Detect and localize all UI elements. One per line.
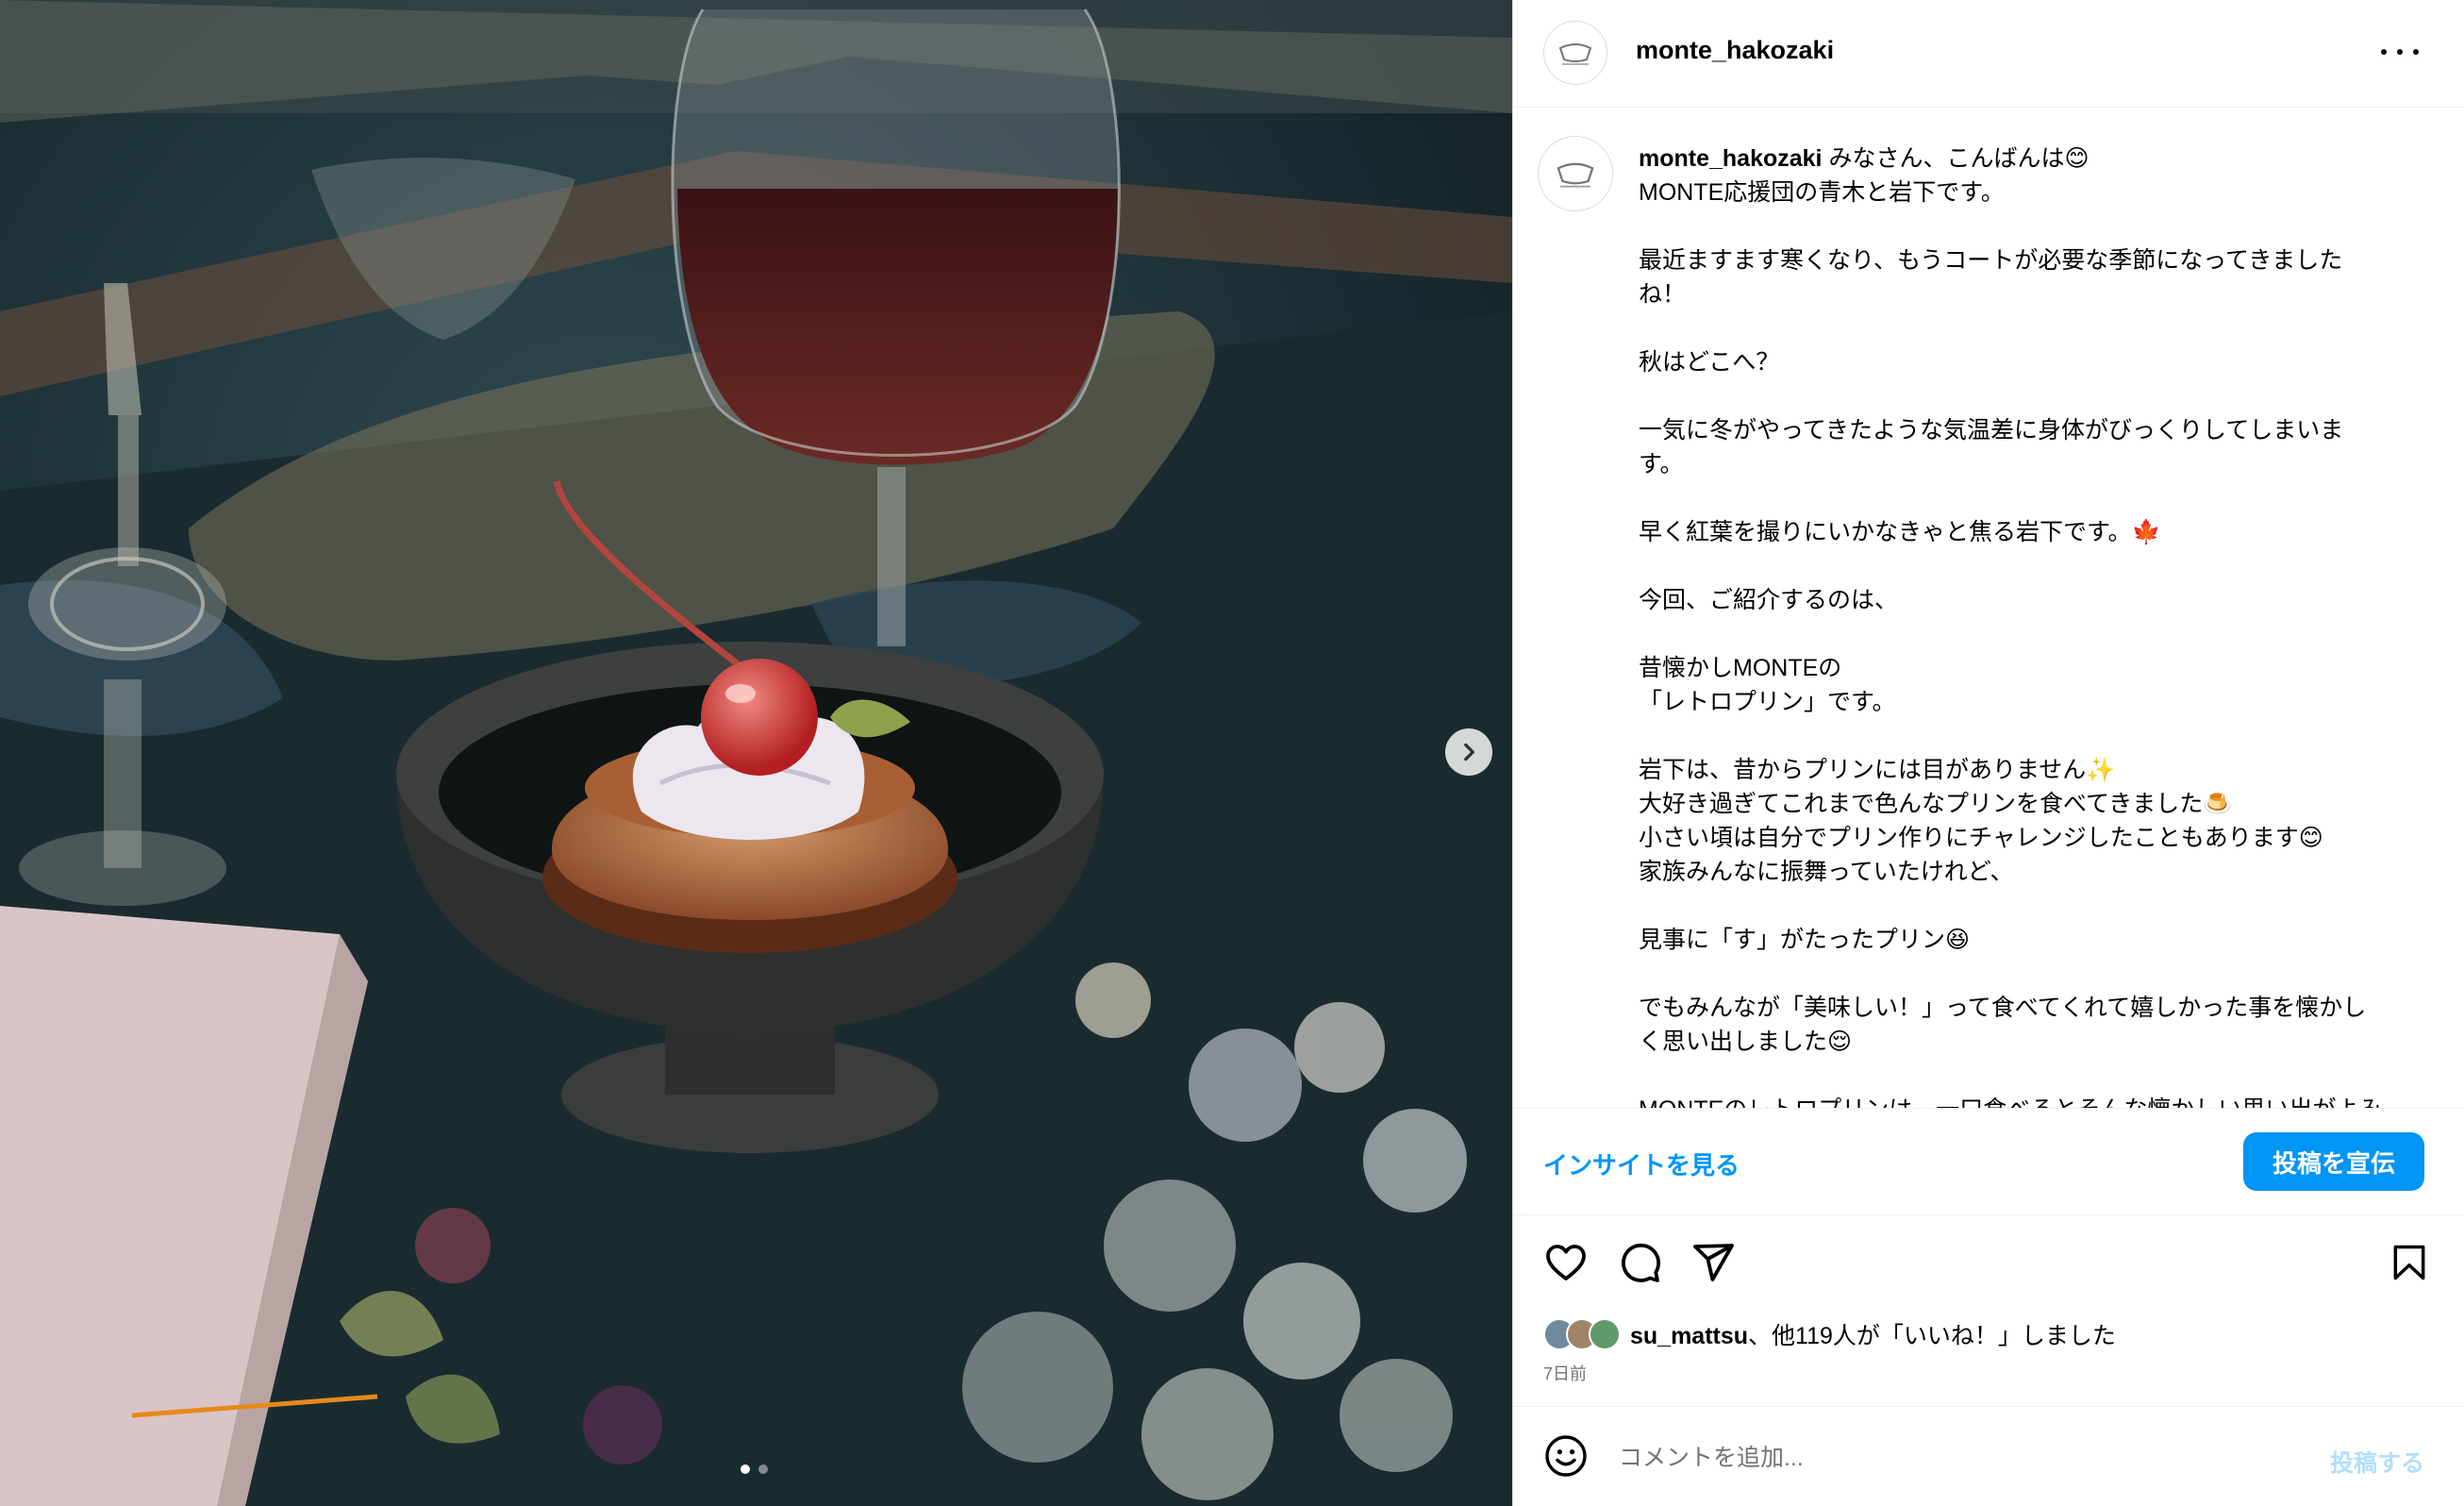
liker-avatar bbox=[1589, 1318, 1621, 1350]
pudding-photo-illustration bbox=[0, 0, 1512, 1506]
paper-plane-icon bbox=[1693, 1244, 1734, 1281]
bookmark-icon bbox=[2393, 1245, 2425, 1280]
heart-icon bbox=[1546, 1245, 1586, 1280]
comment-button[interactable] bbox=[1613, 1236, 1666, 1289]
save-button[interactable] bbox=[2383, 1236, 2436, 1289]
chevron-right-icon bbox=[1464, 743, 1474, 761]
post-side-panel: monte_hakozaki monte_hakozaki みなさん、こんばんは… bbox=[1512, 0, 2464, 1506]
comment-input[interactable] bbox=[1617, 1435, 2281, 1481]
likes-text: su_mattsu、他119人が「いいね！」しました bbox=[1630, 1317, 2116, 1351]
post-actions bbox=[1513, 1236, 2464, 1293]
post-header: monte_hakozaki bbox=[1513, 0, 2464, 108]
post-photo[interactable] bbox=[0, 0, 1512, 1506]
insights-bar: インサイトを見る 投稿を宣伝 bbox=[1513, 1108, 2464, 1215]
likes-count-text[interactable]: 、他119人が「いいね！」しました bbox=[1748, 1323, 2116, 1349]
carousel-dot-active bbox=[741, 1464, 750, 1474]
emoji-button[interactable] bbox=[1541, 1431, 1590, 1481]
instagram-post-view: monte_hakozaki monte_hakozaki みなさん、こんばんは… bbox=[0, 0, 2464, 1506]
promote-post-button[interactable]: 投稿を宣伝 bbox=[2243, 1132, 2424, 1191]
more-options-button[interactable] bbox=[2381, 38, 2419, 66]
comment-bar: 投稿する bbox=[1513, 1406, 2464, 1506]
post-caption: monte_hakozaki みなさん、こんばんは😊 MONTE応援団の青木と岩… bbox=[1639, 142, 2384, 1108]
avatar[interactable] bbox=[1543, 21, 1607, 85]
post-comment-button[interactable]: 投稿する bbox=[2330, 1445, 2424, 1479]
comment-bubble-icon bbox=[1622, 1243, 1661, 1282]
caption-avatar[interactable] bbox=[1538, 136, 1613, 211]
share-button[interactable] bbox=[1687, 1236, 1740, 1289]
smiley-icon bbox=[1545, 1435, 1587, 1477]
header-username[interactable]: monte_hakozaki bbox=[1636, 36, 1834, 65]
likes-summary[interactable]: su_mattsu、他119人が「いいね！」しました bbox=[1543, 1315, 2116, 1353]
monte-logo-icon bbox=[1558, 43, 1592, 65]
caption-scroll-area[interactable]: monte_hakozaki みなさん、こんばんは😊 MONTE応援団の青木と岩… bbox=[1513, 108, 2464, 1108]
view-insights-link[interactable]: インサイトを見る bbox=[1543, 1146, 1740, 1181]
caption-text: みなさん、こんばんは😊 MONTE応援団の青木と岩下です。 最近ますます寒くなり… bbox=[1639, 145, 2382, 1108]
likes-username[interactable]: su_mattsu bbox=[1630, 1323, 1748, 1349]
post-timestamp[interactable]: 7日前 bbox=[1543, 1361, 1587, 1385]
carousel-dot bbox=[758, 1464, 768, 1474]
monte-logo-icon bbox=[1557, 162, 1594, 188]
like-button[interactable] bbox=[1540, 1236, 1592, 1289]
carousel-dots bbox=[741, 1464, 768, 1474]
caption-username[interactable]: monte_hakozaki bbox=[1639, 145, 1823, 172]
next-photo-button[interactable] bbox=[1445, 728, 1492, 776]
more-horizontal-icon bbox=[2381, 49, 2387, 55]
